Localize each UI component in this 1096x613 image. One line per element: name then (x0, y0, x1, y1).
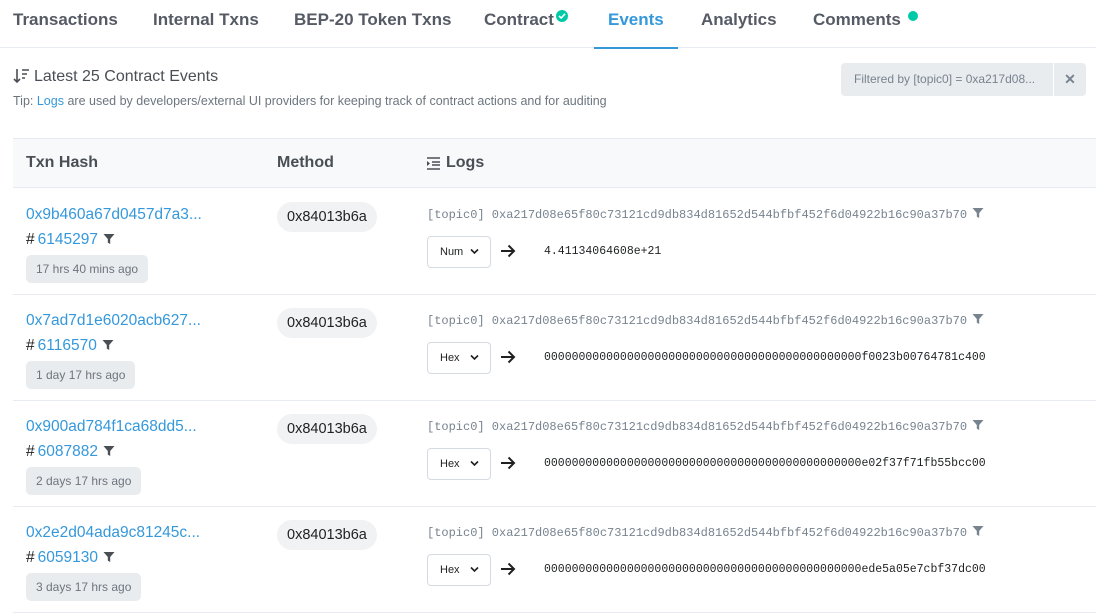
format-select[interactable]: Num (427, 236, 491, 268)
decoded-value: 0000000000000000000000000000000000000000… (544, 563, 986, 576)
logs-indent-icon (426, 157, 441, 175)
tab-contract[interactable]: Contract (484, 0, 554, 48)
sort-descending-icon (13, 68, 30, 89)
block-line: #6116570 (26, 337, 114, 356)
format-selected: Hex (440, 564, 460, 576)
arrow-right-icon (500, 456, 516, 475)
topic-line: [topic0] 0xa217d08e65f80c73121cd9db834d8… (427, 313, 984, 329)
header-logs: Logs (446, 154, 485, 171)
table-header: Txn Hash Method Logs (13, 138, 1096, 188)
table-row: 0x9b460a67d0457d7a3... #6145297 17 hrs 4… (13, 189, 1096, 295)
age-badge: 17 hrs 40 mins ago (26, 255, 149, 283)
filter-topic-icon[interactable] (972, 525, 984, 541)
decoded-value: 0000000000000000000000000000000000000000… (544, 351, 986, 364)
decoded-value: 4.41134064608e+21 (544, 245, 662, 258)
block-line: #6087882 (26, 443, 115, 462)
method-badge: 0x84013b6a (277, 520, 377, 550)
block-number-link[interactable]: 6145297 (38, 231, 98, 248)
format-selected: Hex (440, 458, 460, 470)
topic-text: [topic0] 0xa217d08e65f80c73121cd9db834d8… (427, 420, 968, 434)
decoded-value: 0000000000000000000000000000000000000000… (544, 457, 986, 470)
block-number-link[interactable]: 6059130 (38, 549, 98, 566)
tab-analytics[interactable]: Analytics (701, 0, 777, 48)
table-row: 0x900ad784f1ca68dd5... #6087882 2 days 1… (13, 401, 1096, 507)
chevron-down-icon (470, 460, 479, 467)
topic-line: [topic0] 0xa217d08e65f80c73121cd9db834d8… (427, 207, 984, 223)
filter-badge: Filtered by [topic0] = 0xa217d08... (841, 63, 1053, 96)
format-select[interactable]: Hex (427, 342, 491, 374)
format-selected: Num (440, 246, 464, 258)
tab-bar: Transactions Internal Txns BEP-20 Token … (0, 0, 1096, 49)
filter-block-icon[interactable] (103, 444, 115, 462)
filter-topic-icon[interactable] (972, 419, 984, 435)
header-txn-hash: Txn Hash (26, 154, 99, 171)
tip-body: are used by developers/external UI provi… (67, 94, 607, 108)
logs-link[interactable]: Logs (37, 94, 64, 108)
chevron-down-icon (470, 566, 479, 573)
tip-prefix: Tip: (13, 94, 34, 108)
table-row: 0x2e2d04ada9c81245c... #6059130 3 days 1… (13, 507, 1096, 613)
arrow-right-icon (500, 562, 516, 581)
filter-block-icon[interactable] (103, 232, 115, 250)
events-title: Latest 25 Contract Events (34, 68, 219, 85)
block-number-link[interactable]: 6087882 (38, 443, 98, 460)
block-hash-symbol: # (26, 549, 35, 566)
topic-line: [topic0] 0xa217d08e65f80c73121cd9db834d8… (427, 419, 984, 435)
chevron-down-icon (470, 248, 479, 255)
block-hash-symbol: # (26, 443, 35, 460)
block-line: #6059130 (26, 549, 115, 568)
txn-hash-link[interactable]: 0x2e2d04ada9c81245c... (26, 524, 200, 542)
method-badge: 0x84013b6a (277, 414, 377, 444)
tip-text: Tip: Logs are used by developers/externa… (13, 94, 607, 108)
block-number-link[interactable]: 6116570 (38, 337, 97, 354)
block-hash-symbol: # (26, 231, 35, 248)
txn-hash-link[interactable]: 0x900ad784f1ca68dd5... (26, 418, 197, 436)
topic-text: [topic0] 0xa217d08e65f80c73121cd9db834d8… (427, 314, 968, 328)
table-row: 0x7ad7d1e6020acb627... #6116570 1 day 17… (13, 295, 1096, 401)
filter-topic-icon[interactable] (972, 313, 984, 329)
filter-block-icon[interactable] (103, 550, 115, 568)
block-line: #6145297 (26, 231, 115, 250)
method-badge: 0x84013b6a (277, 202, 377, 232)
format-select[interactable]: Hex (427, 448, 491, 480)
age-badge: 2 days 17 hrs ago (26, 467, 142, 495)
notification-dot-icon (908, 11, 918, 21)
tab-events[interactable]: Events (594, 0, 678, 49)
arrow-right-icon (500, 244, 516, 263)
age-badge: 3 days 17 hrs ago (26, 573, 142, 601)
tab-bep20-token-txns[interactable]: BEP-20 Token Txns (294, 0, 451, 48)
method-badge: 0x84013b6a (277, 308, 377, 338)
chevron-down-icon (470, 354, 479, 361)
verified-check-icon (556, 10, 568, 22)
block-hash-symbol: # (26, 337, 35, 354)
txn-hash-link[interactable]: 0x9b460a67d0457d7a3... (26, 206, 202, 224)
topic-text: [topic0] 0xa217d08e65f80c73121cd9db834d8… (427, 208, 968, 222)
filter-topic-icon[interactable] (972, 207, 984, 223)
age-badge: 1 day 17 hrs ago (26, 361, 136, 389)
tab-internal-txns[interactable]: Internal Txns (153, 0, 259, 48)
tab-transactions[interactable]: Transactions (13, 0, 118, 48)
filter-block-icon[interactable] (102, 338, 114, 356)
format-select[interactable]: Hex (427, 554, 491, 586)
txn-hash-link[interactable]: 0x7ad7d1e6020acb627... (26, 312, 201, 330)
topic-text: [topic0] 0xa217d08e65f80c73121cd9db834d8… (427, 526, 968, 540)
topic-line: [topic0] 0xa217d08e65f80c73121cd9db834d8… (427, 525, 984, 541)
tab-comments[interactable]: Comments (813, 0, 901, 48)
clear-filter-button[interactable]: ✕ (1054, 63, 1086, 96)
arrow-right-icon (500, 350, 516, 369)
header-method: Method (277, 154, 334, 171)
format-selected: Hex (440, 352, 460, 364)
